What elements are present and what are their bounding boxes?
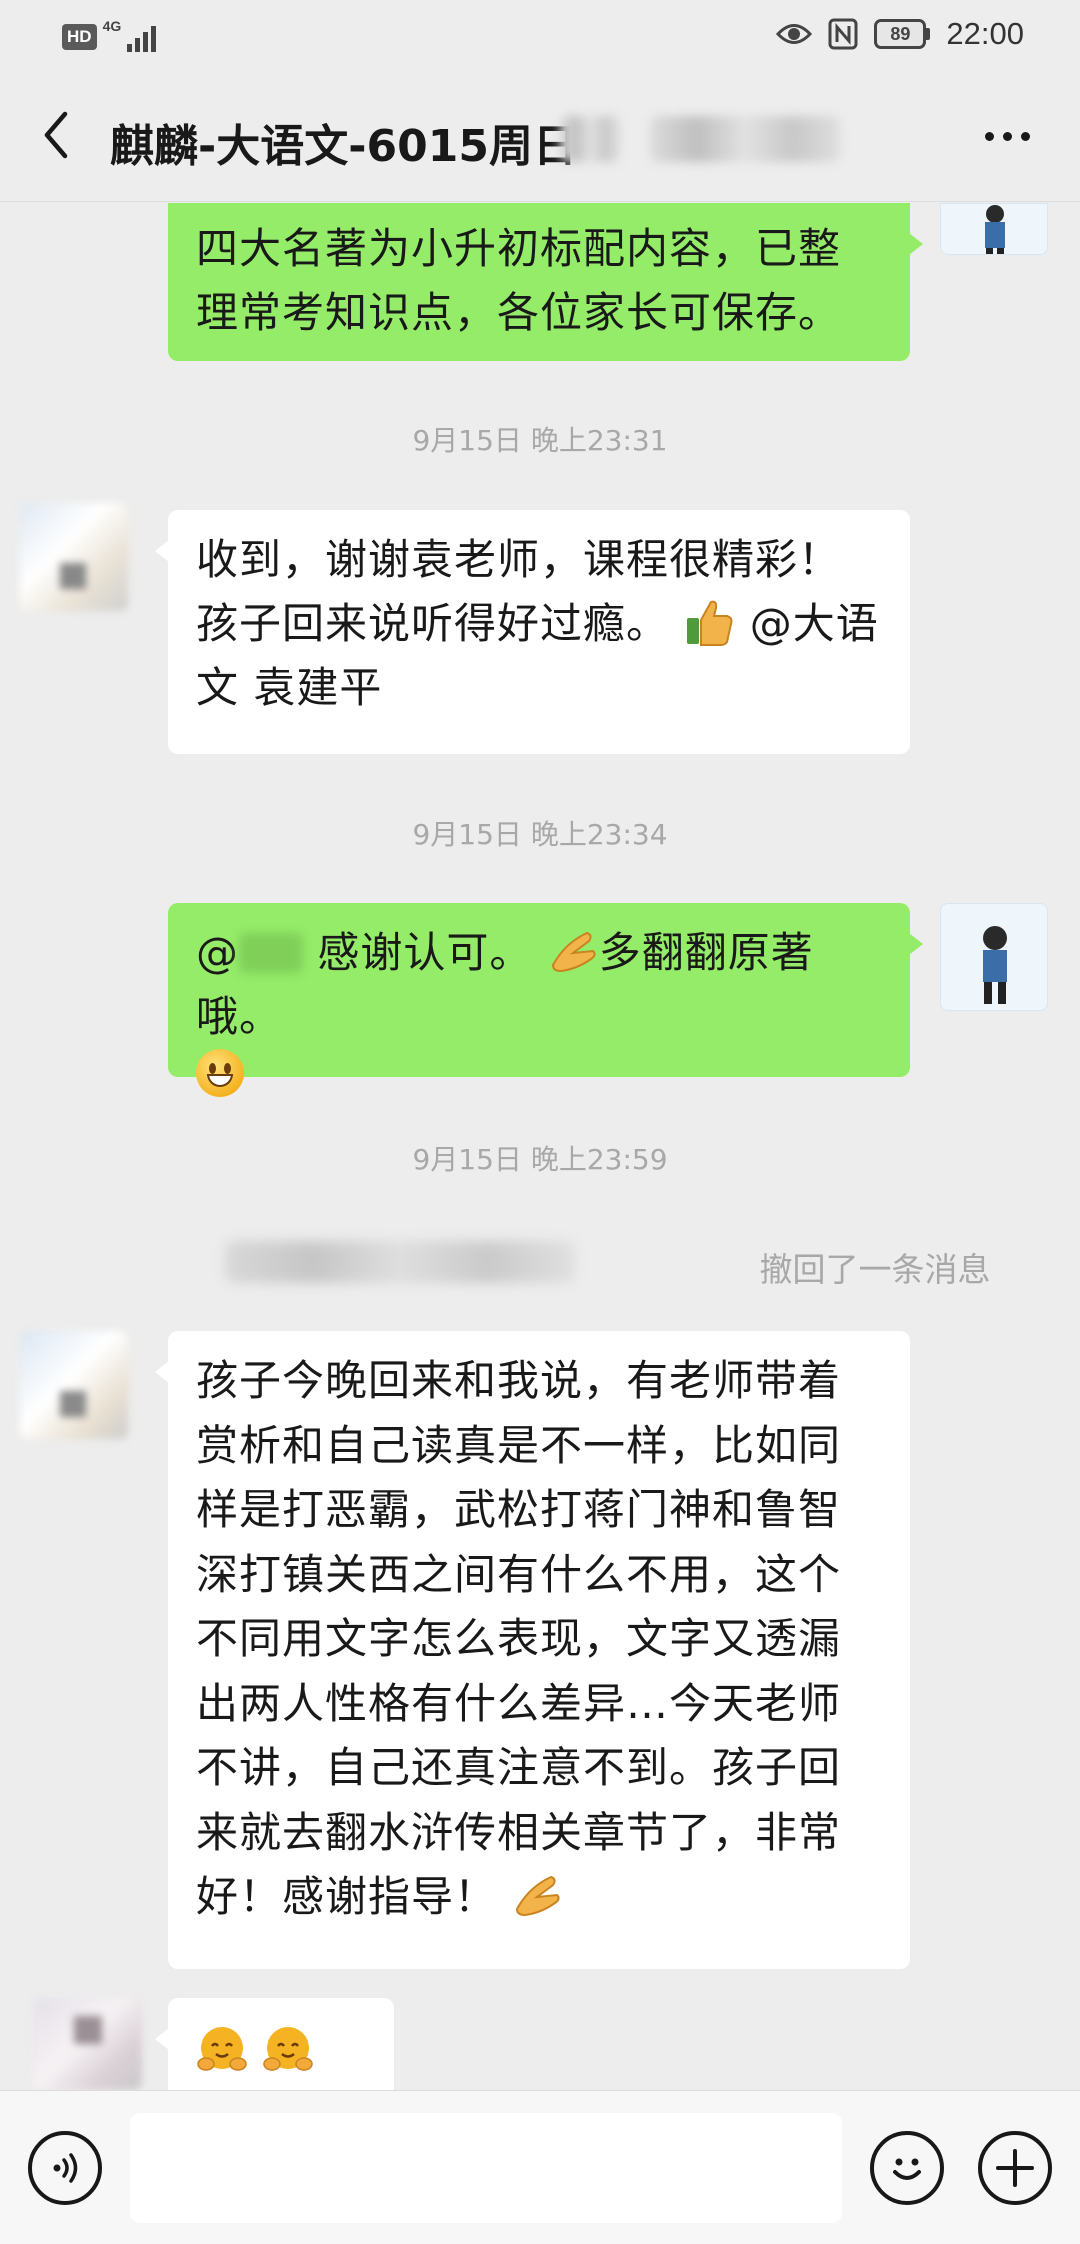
input-bar (0, 2090, 1080, 2244)
nfc-icon (828, 18, 858, 50)
message-text: 感谢认可。 (317, 928, 533, 977)
message-text-line: 出两人性格有什么差异…今天老师 (196, 1678, 842, 1728)
message-text-line: 孩子今晚回来和我说，有老师带着 (196, 1356, 842, 1405)
voice-icon (53, 2153, 78, 2183)
sender-avatar[interactable] (20, 1331, 128, 1439)
back-button[interactable] (28, 100, 84, 170)
smiley-icon (893, 2158, 921, 2180)
chevron-left-icon (44, 111, 68, 159)
message-bubble-other[interactable] (155, 1998, 394, 2090)
eye-comfort-icon (776, 24, 813, 44)
sender-avatar[interactable] (20, 503, 128, 611)
message-text-line: 好！感谢指导！ (196, 1872, 498, 1921)
battery-icon: 89 (874, 19, 931, 49)
message-text-line: 样是打恶霸，武松打蒋门神和鲁智 (196, 1485, 842, 1534)
ok-hand-emoji (547, 925, 599, 977)
message-text-line: 不同用文字怎么表现，文字又透漏 (196, 1614, 842, 1663)
chat-header: 麒麟-大语文-6015周日 (0, 72, 1080, 202)
status-time: 22:00 (946, 16, 1024, 51)
redacted-title-part (560, 116, 620, 162)
battery-level: 89 (874, 19, 927, 49)
mention-text[interactable]: @大语 (750, 599, 879, 648)
status-right: 89 22:00 (776, 16, 1024, 52)
message-text-line: 不讲，自己还真注意不到。孩子回 (196, 1743, 842, 1792)
message-text-line: 孩子回来说听得好过瘾。 (196, 599, 670, 648)
voice-button[interactable] (28, 2131, 102, 2205)
message-text-line: 收到，谢谢袁老师，课程很精彩！ (196, 535, 842, 584)
recall-notice: 撤回了一条消息 (759, 1250, 991, 1289)
hugging-face-emoji (196, 2024, 248, 2076)
plus-button[interactable] (978, 2131, 1052, 2205)
hugging-face-emoji (262, 2024, 314, 2076)
mention-text[interactable]: @ (196, 928, 239, 977)
ok-hand-emoji (511, 1869, 563, 1921)
sender-avatar[interactable] (34, 1998, 142, 2090)
chat-title: 麒麟-大语文-6015周日 (110, 121, 577, 172)
my-avatar[interactable] (940, 903, 1048, 1011)
status-left: HD 4G (62, 18, 165, 54)
emoji-button[interactable] (870, 2131, 944, 2205)
message-bubble-other[interactable]: 孩子今晚回来和我说，有老师带着 赏析和自己读真是不一样，比如同 样是打恶霸，武松… (155, 1331, 910, 1969)
grinning-face-emoji (196, 1049, 244, 1097)
network-type: 4G (102, 18, 122, 34)
message-list[interactable]: 四大名著为小升初标配内容，已整 理常考知识点，各位家长可保存。 9月15日 晚上… (0, 203, 1080, 2090)
redacted-title-part (650, 116, 840, 162)
message-text-line: 文 袁建平 (196, 663, 383, 712)
my-avatar[interactable] (940, 203, 1048, 255)
message-text-line: 四大名著为小升初标配内容，已整 (196, 224, 842, 273)
message-text-line: 赏析和自己读真是不一样，比如同 (196, 1420, 842, 1470)
message-timestamp: 9月15日 晚上23:31 (412, 424, 668, 457)
message-bubble-mine[interactable]: @ 感谢认可。 多翻翻原著哦。 (168, 903, 923, 1097)
more-button[interactable] (985, 132, 1030, 141)
message-timestamp: 9月15日 晚上23:34 (412, 818, 668, 851)
message-text-line: 深打镇关西之间有什么不用，这个 (196, 1549, 842, 1599)
message-text-line: 理常考知识点，各位家长可保存。 (196, 288, 842, 337)
message-bubble-other[interactable]: 收到，谢谢袁老师，课程很精彩！ 孩子回来说听得好过瘾。 @大语 文 袁建平 (155, 510, 910, 754)
signal-icon: 4G (102, 18, 165, 54)
message-bubble-mine[interactable]: 四大名著为小升初标配内容，已整 理常考知识点，各位家长可保存。 (168, 203, 923, 361)
plus-icon (996, 2149, 1034, 2187)
redacted-mention-name (239, 933, 303, 973)
message-input[interactable] (130, 2113, 842, 2223)
message-text-line: 来就去翻水浒传相关章节了，非常 (196, 1807, 842, 1857)
thumbs-up-emoji (683, 596, 735, 648)
status-bar: HD 4G 89 22:00 (0, 0, 1080, 72)
hd-badge: HD (62, 24, 97, 50)
message-timestamp: 9月15日 晚上23:59 (412, 1143, 668, 1176)
